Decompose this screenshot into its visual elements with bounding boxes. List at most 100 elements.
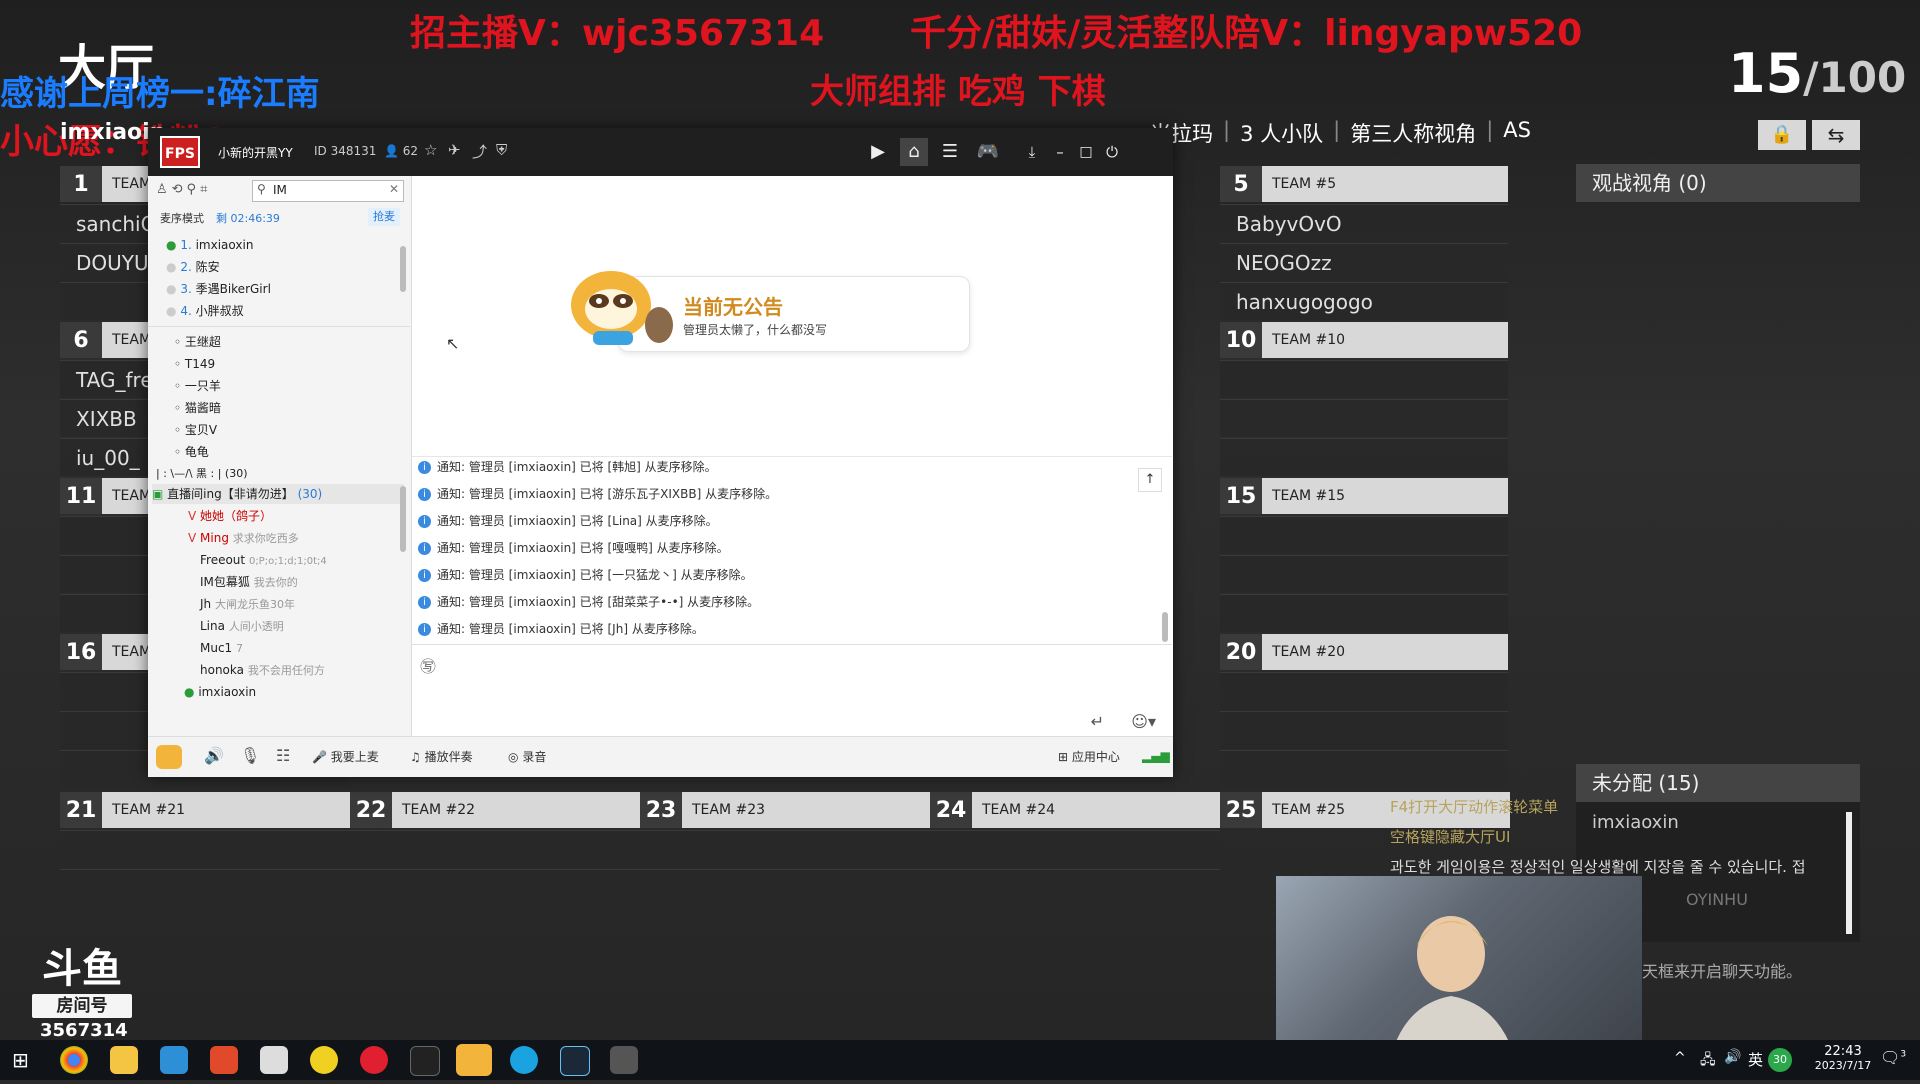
channel-item[interactable]: ◦ 猫酱暗 [174, 398, 221, 418]
mode-item-region[interactable]: AS [1493, 118, 1541, 148]
grab-mic-button[interactable]: 抢麦 [368, 208, 400, 226]
favorite-icon[interactable]: ☆ [424, 141, 437, 159]
unassigned-header[interactable]: 未分配 (15) [1576, 764, 1860, 802]
member-item[interactable]: Muc1 7 [200, 638, 243, 658]
video-icon[interactable]: ▶ [864, 138, 892, 166]
microphone-icon[interactable]: 🎙 [240, 746, 260, 765]
speaker-icon[interactable]: 🔊 [204, 746, 224, 765]
member-item[interactable]: V 她她（鸽子） [188, 506, 272, 526]
team-slot[interactable] [1220, 438, 1508, 476]
gamepad-icon[interactable]: 🎮 [974, 138, 1002, 166]
app-yellow-icon[interactable] [310, 1046, 338, 1074]
team-slot[interactable] [640, 830, 930, 868]
team-slot[interactable] [930, 869, 1220, 907]
team-header[interactable]: 10 TEAM #10 [1220, 322, 1508, 358]
mic-queue-item[interactable]: ● 2. 陈安 [166, 257, 220, 277]
app-blue-icon[interactable] [160, 1046, 188, 1074]
windows-start-icon[interactable]: ⊞ [12, 1048, 29, 1072]
member-item[interactable]: V Ming 求求你吃西多 [188, 528, 299, 548]
member-item[interactable]: IM包幕狐 我去你的 [200, 572, 298, 592]
clock[interactable]: 22:43 2023/7/17 [1810, 1044, 1876, 1072]
team-slot[interactable] [350, 869, 640, 907]
team-slot[interactable] [60, 830, 350, 868]
channel-divider-item[interactable]: | : \—/\ 黑 : | (30) [156, 464, 248, 484]
live-channel-item[interactable]: ▣ 直播间ing【非请勿进】 (30) [152, 484, 404, 504]
volume-icon[interactable]: 🔊 [1724, 1049, 1741, 1065]
member-scrollbar[interactable] [400, 486, 406, 552]
channel-scrollbar[interactable] [400, 246, 406, 292]
equalizer-icon[interactable]: ☷ [276, 746, 290, 765]
swap-button[interactable]: ⇆ [1812, 120, 1860, 150]
team-slot[interactable] [60, 869, 350, 907]
app-red-icon[interactable] [210, 1046, 238, 1074]
unassigned-player[interactable]: OYINHU [1686, 890, 1748, 909]
ime-indicator[interactable]: 英 [1748, 1049, 1763, 1070]
team-slot[interactable] [1220, 399, 1508, 437]
shield-icon[interactable]: ⛨ [496, 141, 507, 159]
unassigned-player[interactable]: imxiaoxin [1592, 812, 1679, 833]
member-item[interactable]: Lina 人间小透明 [200, 616, 284, 636]
app-cyan-icon[interactable] [510, 1046, 538, 1074]
file-explorer-icon[interactable] [110, 1046, 138, 1074]
team-slot[interactable] [1220, 555, 1508, 593]
team-slot[interactable] [930, 830, 1220, 868]
team-header[interactable]: 5 TEAM #5 [1220, 166, 1508, 202]
fly-icon[interactable]: ✈ [448, 141, 461, 159]
mic-queue-item[interactable]: ● 4. 小胖叔叔 [166, 301, 244, 321]
team-slot[interactable] [350, 830, 640, 868]
unassigned-scrollbar[interactable] [1846, 812, 1852, 934]
team-slot[interactable] [1220, 594, 1508, 632]
sidebar-tool-icons[interactable]: ♙⟲⚲⌗ [156, 182, 211, 197]
list-icon[interactable]: ☰ [936, 138, 964, 166]
download-icon[interactable]: ⤓ [1018, 138, 1046, 166]
channel-item[interactable]: ◦ 宝贝V [174, 420, 217, 440]
team-slot[interactable] [1220, 750, 1508, 788]
channel-item[interactable]: ◦ 一只羊 [174, 376, 221, 396]
channel-item[interactable]: ◦ T149 [174, 354, 215, 374]
chrome-icon[interactable] [60, 1046, 88, 1074]
team-header[interactable]: 15 TEAM #15 [1220, 478, 1508, 514]
pubg-icon[interactable] [610, 1046, 638, 1074]
home-icon[interactable]: ⌂ [900, 138, 928, 166]
app-dark-icon[interactable] [410, 1046, 440, 1076]
power-icon[interactable]: ⏻ [1098, 138, 1126, 166]
steam-icon[interactable] [560, 1046, 590, 1076]
team-slot[interactable] [1220, 711, 1508, 749]
app-white-icon[interactable] [260, 1046, 288, 1074]
chat-input-area[interactable]: ㊢ ↵ ☺▾ [412, 644, 1172, 737]
lock-button[interactable]: 🔒 [1758, 120, 1806, 150]
team-slot[interactable] [640, 869, 930, 907]
yy-taskbar-icon[interactable] [456, 1044, 492, 1076]
team-slot[interactable]: hanxugogogo [1220, 282, 1508, 320]
notice-scrollbar[interactable] [1162, 612, 1168, 642]
spectator-header[interactable]: 观战视角 (0) [1576, 164, 1860, 202]
go-mic-button[interactable]: 🎤 我要上麦 [312, 748, 379, 765]
member-item[interactable]: ● imxiaoxin [184, 682, 256, 702]
team-header[interactable]: 23 TEAM #23 [640, 792, 930, 828]
enter-icon[interactable]: ↵ [1091, 712, 1104, 731]
team-slot[interactable] [1220, 672, 1508, 710]
channel-item[interactable]: ◦ 龟龟 [174, 442, 209, 462]
team-header[interactable]: 24 TEAM #24 [930, 792, 1220, 828]
team-header[interactable]: 20 TEAM #20 [1220, 634, 1508, 670]
play-music-button[interactable]: ♫ 播放伴奏 [410, 748, 473, 765]
channel-item[interactable]: ◦ 王继超 [174, 332, 221, 352]
mode-item-perspective[interactable]: 第三人称视角 [1340, 118, 1486, 148]
mic-queue-item[interactable]: ● 1. imxiaoxin [166, 235, 253, 255]
search-input[interactable]: ⚲ IM ✕ [252, 180, 404, 202]
emoji-icon[interactable]: ☺▾ [1131, 712, 1156, 731]
translate-icon[interactable]: ㊢ [420, 653, 436, 677]
scroll-top-button[interactable]: ↑ [1138, 468, 1162, 492]
team-header[interactable]: 22 TEAM #22 [350, 792, 640, 828]
member-item[interactable]: Jh 大闸龙乐鱼30年 [200, 594, 295, 614]
team-slot[interactable] [1220, 516, 1508, 554]
mic-queue-item[interactable]: ● 3. 季遇BikerGirl [166, 279, 271, 299]
app-center-button[interactable]: ⊞ 应用中心 [1058, 748, 1120, 765]
netease-music-icon[interactable] [360, 1046, 388, 1074]
member-item[interactable]: honoka 我不会用任何方 [200, 660, 325, 680]
clear-icon[interactable]: ✕ [389, 182, 399, 196]
minimize-icon[interactable]: – [1046, 138, 1074, 166]
maximize-icon[interactable]: □ [1072, 138, 1100, 166]
tray-chevron-icon[interactable]: ^ [1674, 1050, 1686, 1066]
team-header[interactable]: 21 TEAM #21 [60, 792, 350, 828]
